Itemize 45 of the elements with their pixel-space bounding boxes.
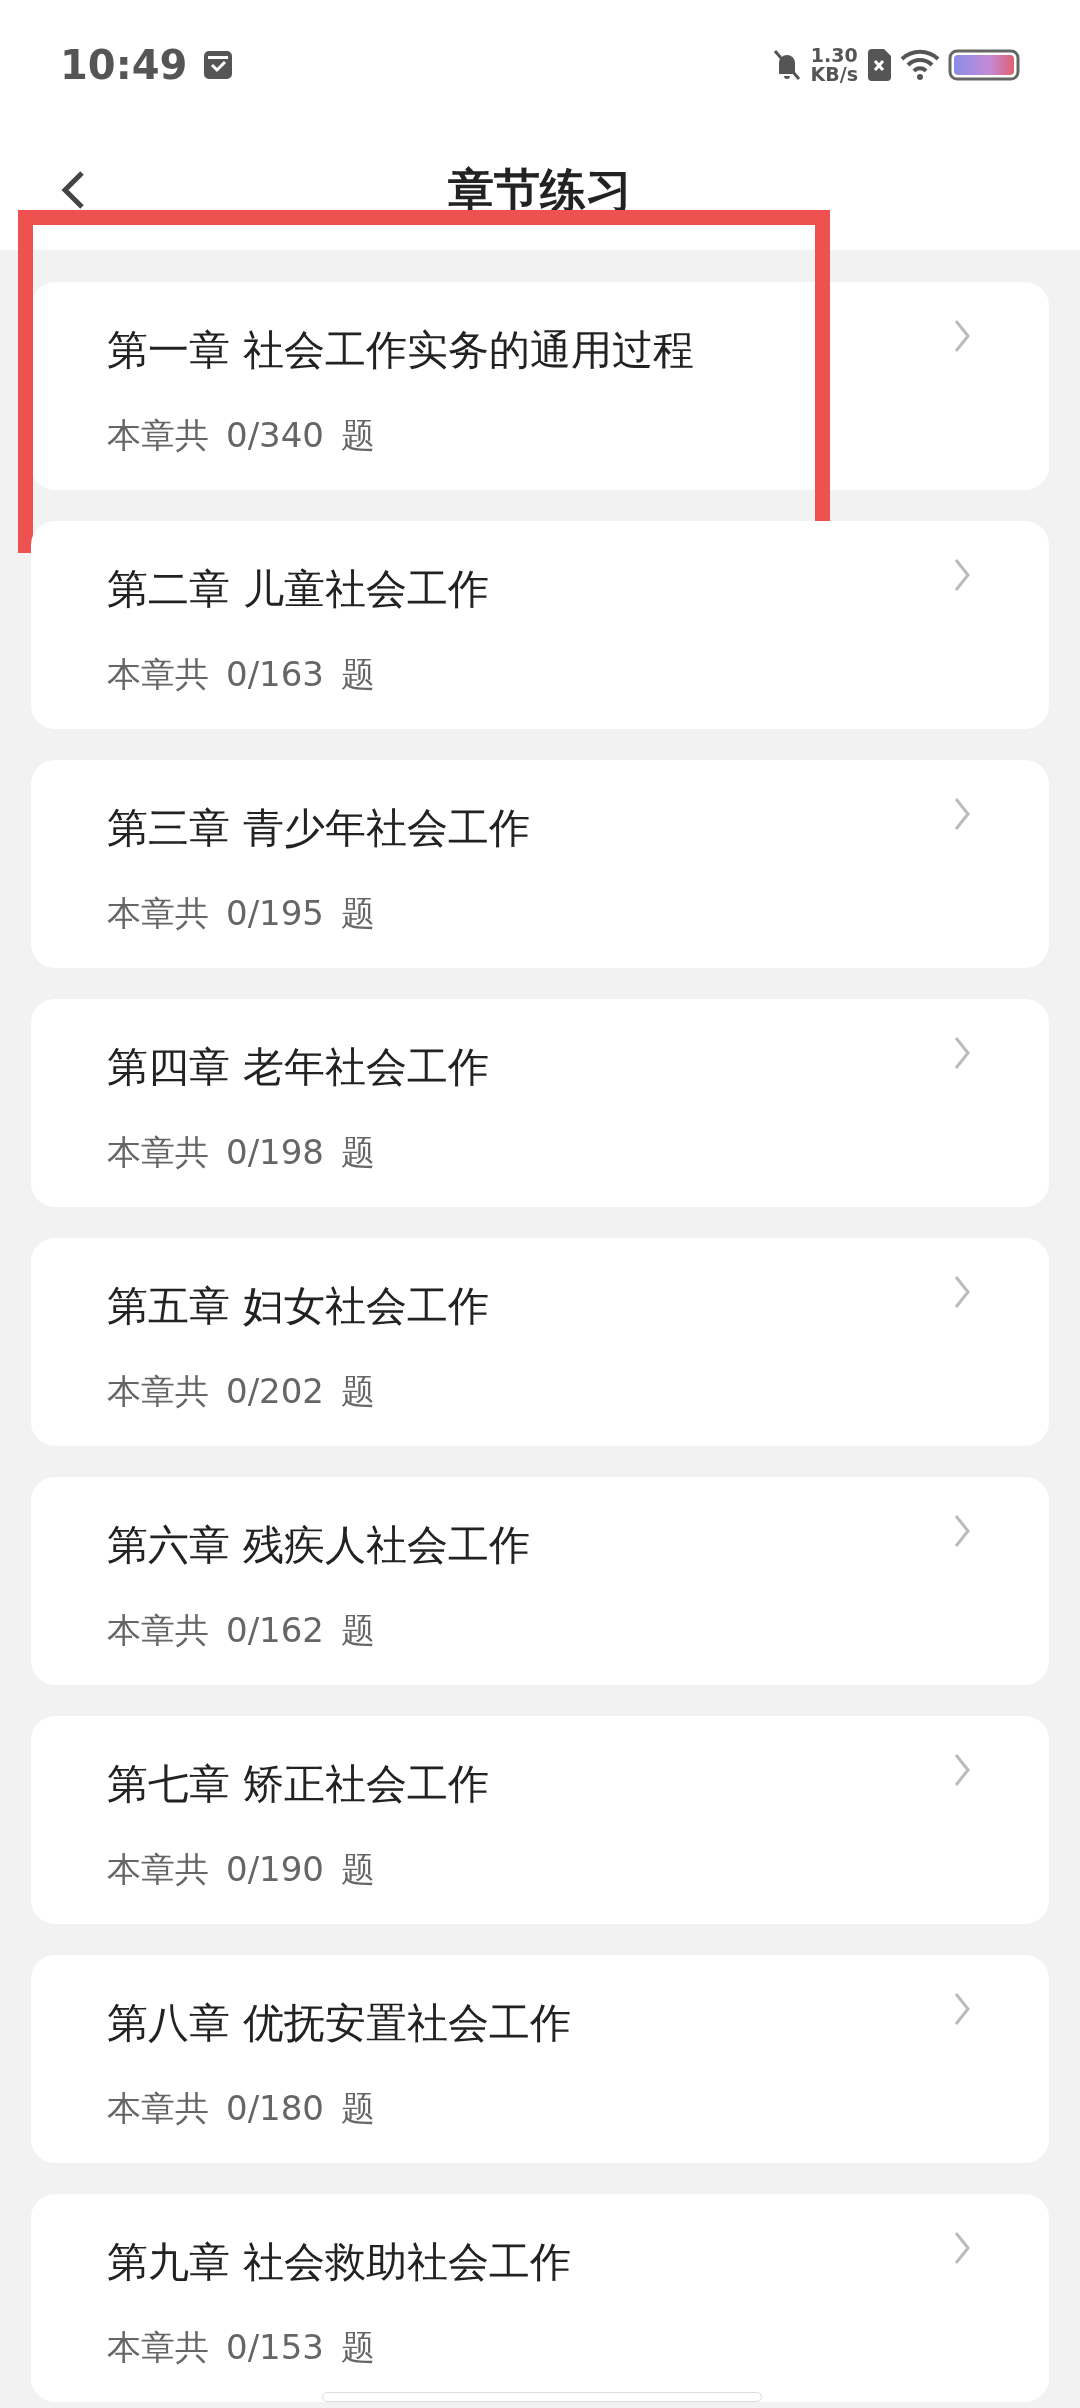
question-count: 本章共 0/153 题 [107, 2325, 375, 2369]
chevron-right-icon [953, 1752, 971, 1788]
question-count: 本章共 0/202 题 [107, 1369, 375, 1413]
network-speed-unit: KB/s [810, 65, 858, 84]
calendar-icon [203, 50, 234, 80]
question-count: 本章共 0/195 题 [107, 891, 375, 935]
chevron-right-icon [953, 557, 971, 593]
network-speed: 1.30 [810, 46, 858, 65]
chapter-title: 第八章 优抚安置社会工作 [107, 1998, 572, 2049]
wifi-icon [900, 49, 940, 81]
chapter-card[interactable]: 第五章 妇女社会工作 本章共 0/202 题 [31, 1238, 1049, 1446]
chevron-right-icon [953, 2230, 971, 2266]
page-title: 章节练习 [448, 161, 632, 219]
chapter-card[interactable]: 第六章 残疾人社会工作 本章共 0/162 题 [31, 1477, 1049, 1685]
chapter-card[interactable]: 第四章 老年社会工作 本章共 0/198 题 [31, 999, 1049, 1207]
chapter-title: 第六章 残疾人社会工作 [107, 1520, 531, 1571]
chevron-right-icon [953, 318, 971, 354]
question-count: 本章共 0/340 题 [107, 413, 375, 457]
question-count: 本章共 0/198 题 [107, 1130, 375, 1174]
sim-icon [866, 48, 892, 82]
chapter-title: 第一章 社会工作实务的通用过程 [107, 325, 695, 376]
chapter-card[interactable]: 第七章 矫正社会工作 本章共 0/190 题 [31, 1716, 1049, 1924]
chapter-card[interactable]: 第八章 优抚安置社会工作 本章共 0/180 题 [31, 1955, 1049, 2163]
clock: 10:49 [60, 41, 188, 90]
chapter-card[interactable]: 第九章 社会救助社会工作 本章共 0/153 题 [31, 2194, 1049, 2402]
chapter-title: 第五章 妇女社会工作 [107, 1281, 490, 1332]
question-count: 本章共 0/162 题 [107, 1608, 375, 1652]
question-count: 本章共 0/180 题 [107, 2086, 375, 2130]
chapter-title: 第三章 青少年社会工作 [107, 803, 531, 854]
question-count: 本章共 0/163 题 [107, 652, 375, 696]
chapter-card[interactable]: 第一章 社会工作实务的通用过程 本章共 0/340 题 [31, 282, 1049, 490]
chapter-title: 第二章 儿童社会工作 [107, 564, 490, 615]
chapter-title: 第九章 社会救助社会工作 [107, 2237, 572, 2288]
chevron-right-icon [953, 1991, 971, 2027]
battery-icon [948, 49, 1020, 81]
question-count: 本章共 0/190 题 [107, 1847, 375, 1891]
chapter-title: 第四章 老年社会工作 [107, 1042, 490, 1093]
chapter-title: 第七章 矫正社会工作 [107, 1759, 490, 1810]
chapter-card[interactable]: 第三章 青少年社会工作 本章共 0/195 题 [31, 760, 1049, 968]
chevron-right-icon [953, 796, 971, 832]
chevron-right-icon [953, 1513, 971, 1549]
chevron-right-icon [953, 1035, 971, 1071]
chevron-right-icon [953, 1274, 971, 1310]
chapter-card[interactable]: 第二章 儿童社会工作 本章共 0/163 题 [31, 521, 1049, 729]
back-button[interactable] [60, 169, 86, 211]
